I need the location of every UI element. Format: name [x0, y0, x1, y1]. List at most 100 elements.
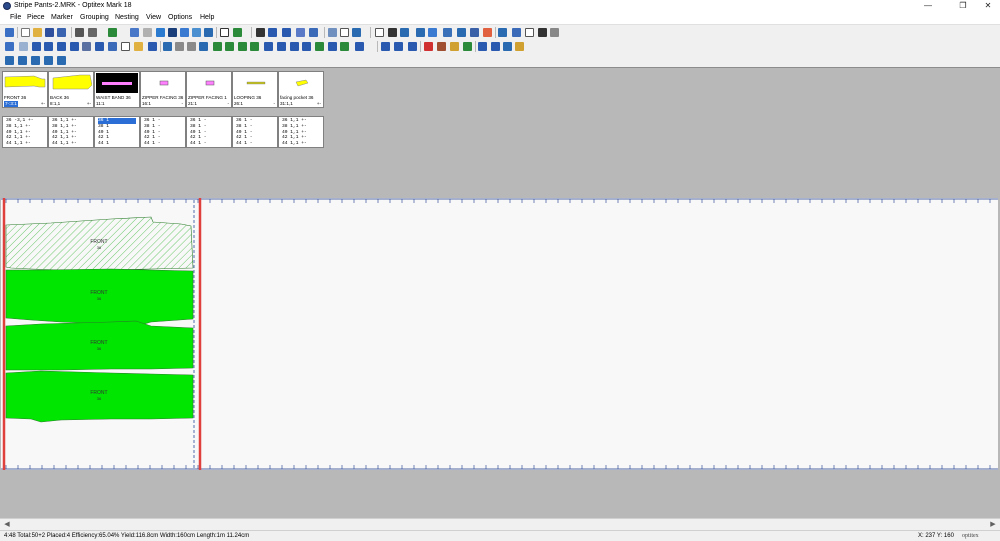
- size-list-facing-pocket[interactable]: 36 1,1 +- 38 1,1 +- 40 1,1 +- 42 1,1 +- …: [278, 116, 324, 148]
- view-c-icon[interactable]: [31, 56, 40, 65]
- table-icon[interactable]: [121, 42, 130, 51]
- globe-icon[interactable]: [233, 28, 242, 37]
- gray-b-icon[interactable]: [187, 42, 196, 51]
- tool-l-icon[interactable]: [538, 28, 547, 37]
- fit-icon[interactable]: [328, 28, 337, 37]
- piece-card-zipper-facing-1[interactable]: ZIPPER FACING 1 21:1 -: [186, 71, 232, 108]
- layers-icon[interactable]: [163, 42, 172, 51]
- size-row[interactable]: 44 1 -: [190, 141, 228, 147]
- size-list-looping[interactable]: 36 1 - 38 1 - 40 1 - 42 1 - 44 1 -: [232, 116, 278, 148]
- tool-b-icon[interactable]: [400, 28, 409, 37]
- marker-table[interactable]: FRONT 36 FRONT 36 FRONT 36 FRONT 36: [1, 198, 998, 470]
- menu-help[interactable]: Help: [200, 13, 214, 23]
- arrow-icon[interactable]: [277, 42, 286, 51]
- flip-icon[interactable]: [264, 42, 273, 51]
- piece-card-waist-band[interactable]: WAIST BAND 36 11:1: [94, 71, 140, 108]
- size-list-waist-band[interactable]: 36 1 38 1 40 1 42 1 44 1: [94, 116, 140, 148]
- size-row[interactable]: 44 1,1 +-: [6, 141, 44, 147]
- view-a-icon[interactable]: [5, 56, 14, 65]
- size-row[interactable]: 44 1,1 +-: [52, 141, 90, 147]
- nest-c-icon[interactable]: [408, 42, 417, 51]
- tool-e-icon[interactable]: [443, 28, 452, 37]
- select-icon[interactable]: [148, 42, 157, 51]
- page-icon[interactable]: [340, 28, 349, 37]
- tool-i-icon[interactable]: [498, 28, 507, 37]
- tool-h-icon[interactable]: [483, 28, 492, 37]
- rotate-b-icon[interactable]: [302, 42, 311, 51]
- piece-card-back[interactable]: BACK 36 8:1,1 +-: [48, 71, 94, 108]
- delete-icon[interactable]: [424, 42, 433, 51]
- export-icon[interactable]: [108, 28, 117, 37]
- menu-piece[interactable]: Piece: [27, 13, 45, 23]
- undo-icon[interactable]: [130, 28, 139, 37]
- size-row[interactable]: 44 1: [98, 141, 136, 147]
- pencil-icon[interactable]: [340, 42, 349, 51]
- size-list-back[interactable]: 36 1,1 +- 38 1,1 +- 40 1,1 +- 42 1,1 +- …: [48, 116, 94, 148]
- scroll-left-icon[interactable]: ◀: [2, 520, 12, 529]
- move-left-icon[interactable]: [213, 42, 222, 51]
- tool-s-icon[interactable]: [515, 42, 524, 51]
- next-icon[interactable]: [44, 42, 53, 51]
- close-button[interactable]: ✕: [976, 0, 1000, 12]
- image-icon[interactable]: [192, 28, 201, 37]
- redo-icon[interactable]: [143, 28, 152, 37]
- tool-o-icon[interactable]: [450, 42, 459, 51]
- view-d-icon[interactable]: [44, 56, 53, 65]
- nest-a-icon[interactable]: [381, 42, 390, 51]
- size-list-zipper-facing-36[interactable]: 36 1 - 38 1 - 40 1 - 42 1 - 44 1 -: [140, 116, 186, 148]
- tool-j-icon[interactable]: [512, 28, 521, 37]
- layout-icon[interactable]: [375, 28, 384, 37]
- rotate-icon[interactable]: [290, 42, 299, 51]
- print-icon[interactable]: [75, 28, 84, 37]
- sort-icon[interactable]: [268, 28, 277, 37]
- highlight-icon[interactable]: [134, 42, 143, 51]
- play-icon[interactable]: [32, 42, 41, 51]
- group-icon[interactable]: [108, 42, 117, 51]
- menu-options[interactable]: Options: [168, 13, 192, 23]
- refresh-green-icon[interactable]: [315, 42, 324, 51]
- tool-g-icon[interactable]: [470, 28, 479, 37]
- size-row[interactable]: 44 1 -: [144, 141, 182, 147]
- align-icon[interactable]: [296, 28, 305, 37]
- menu-marker[interactable]: Marker: [51, 13, 73, 23]
- tool-r-icon[interactable]: [503, 42, 512, 51]
- tool-m-icon[interactable]: [550, 28, 559, 37]
- plot-icon[interactable]: [88, 28, 97, 37]
- horizontal-scrollbar[interactable]: ◀ ▶: [0, 518, 1000, 529]
- angle-icon[interactable]: [328, 42, 337, 51]
- maximize-button[interactable]: ❐: [951, 0, 975, 12]
- width-icon[interactable]: [355, 42, 364, 51]
- piece-card-looping[interactable]: LOOPING 36 26:1 -: [232, 71, 278, 108]
- size-row[interactable]: 44 1,1 +-: [282, 141, 320, 147]
- menu-view[interactable]: View: [146, 13, 161, 23]
- nest-b-icon[interactable]: [394, 42, 403, 51]
- move-up-icon[interactable]: [250, 42, 259, 51]
- menu-nesting[interactable]: Nesting: [115, 13, 139, 23]
- marker-pointer-icon[interactable]: [5, 42, 14, 51]
- size-row[interactable]: 44 1 -: [236, 141, 274, 147]
- step-back-icon[interactable]: [19, 42, 28, 51]
- open-folder-icon[interactable]: [33, 28, 42, 37]
- book-icon[interactable]: [180, 28, 189, 37]
- slash-icon[interactable]: [70, 42, 79, 51]
- tool-k-icon[interactable]: [525, 28, 534, 37]
- tool-n-icon[interactable]: [437, 42, 446, 51]
- copy-icon[interactable]: [156, 28, 165, 37]
- last-icon[interactable]: [57, 42, 66, 51]
- scroll-right-icon[interactable]: ▶: [988, 520, 998, 529]
- pointer-icon[interactable]: [5, 28, 14, 37]
- marker-canvas[interactable]: FRONT 36 FRONT 36 FRONT 36 FRONT 36: [1, 198, 998, 470]
- save-icon[interactable]: [45, 28, 54, 37]
- view-icon[interactable]: [352, 28, 361, 37]
- menu-grouping[interactable]: Grouping: [80, 13, 109, 23]
- refresh-icon[interactable]: [204, 28, 213, 37]
- piece-card-front[interactable]: FRONT 36 7-:3:1 +-: [2, 71, 48, 108]
- measure-icon[interactable]: [256, 28, 265, 37]
- minimize-button[interactable]: —: [916, 0, 940, 12]
- copy-piece-icon[interactable]: [82, 42, 91, 51]
- binoculars-icon[interactable]: [168, 28, 177, 37]
- tool-a-icon[interactable]: [388, 28, 397, 37]
- new-file-icon[interactable]: [21, 28, 30, 37]
- zoom-icon[interactable]: [309, 28, 318, 37]
- properties-icon[interactable]: [220, 28, 229, 37]
